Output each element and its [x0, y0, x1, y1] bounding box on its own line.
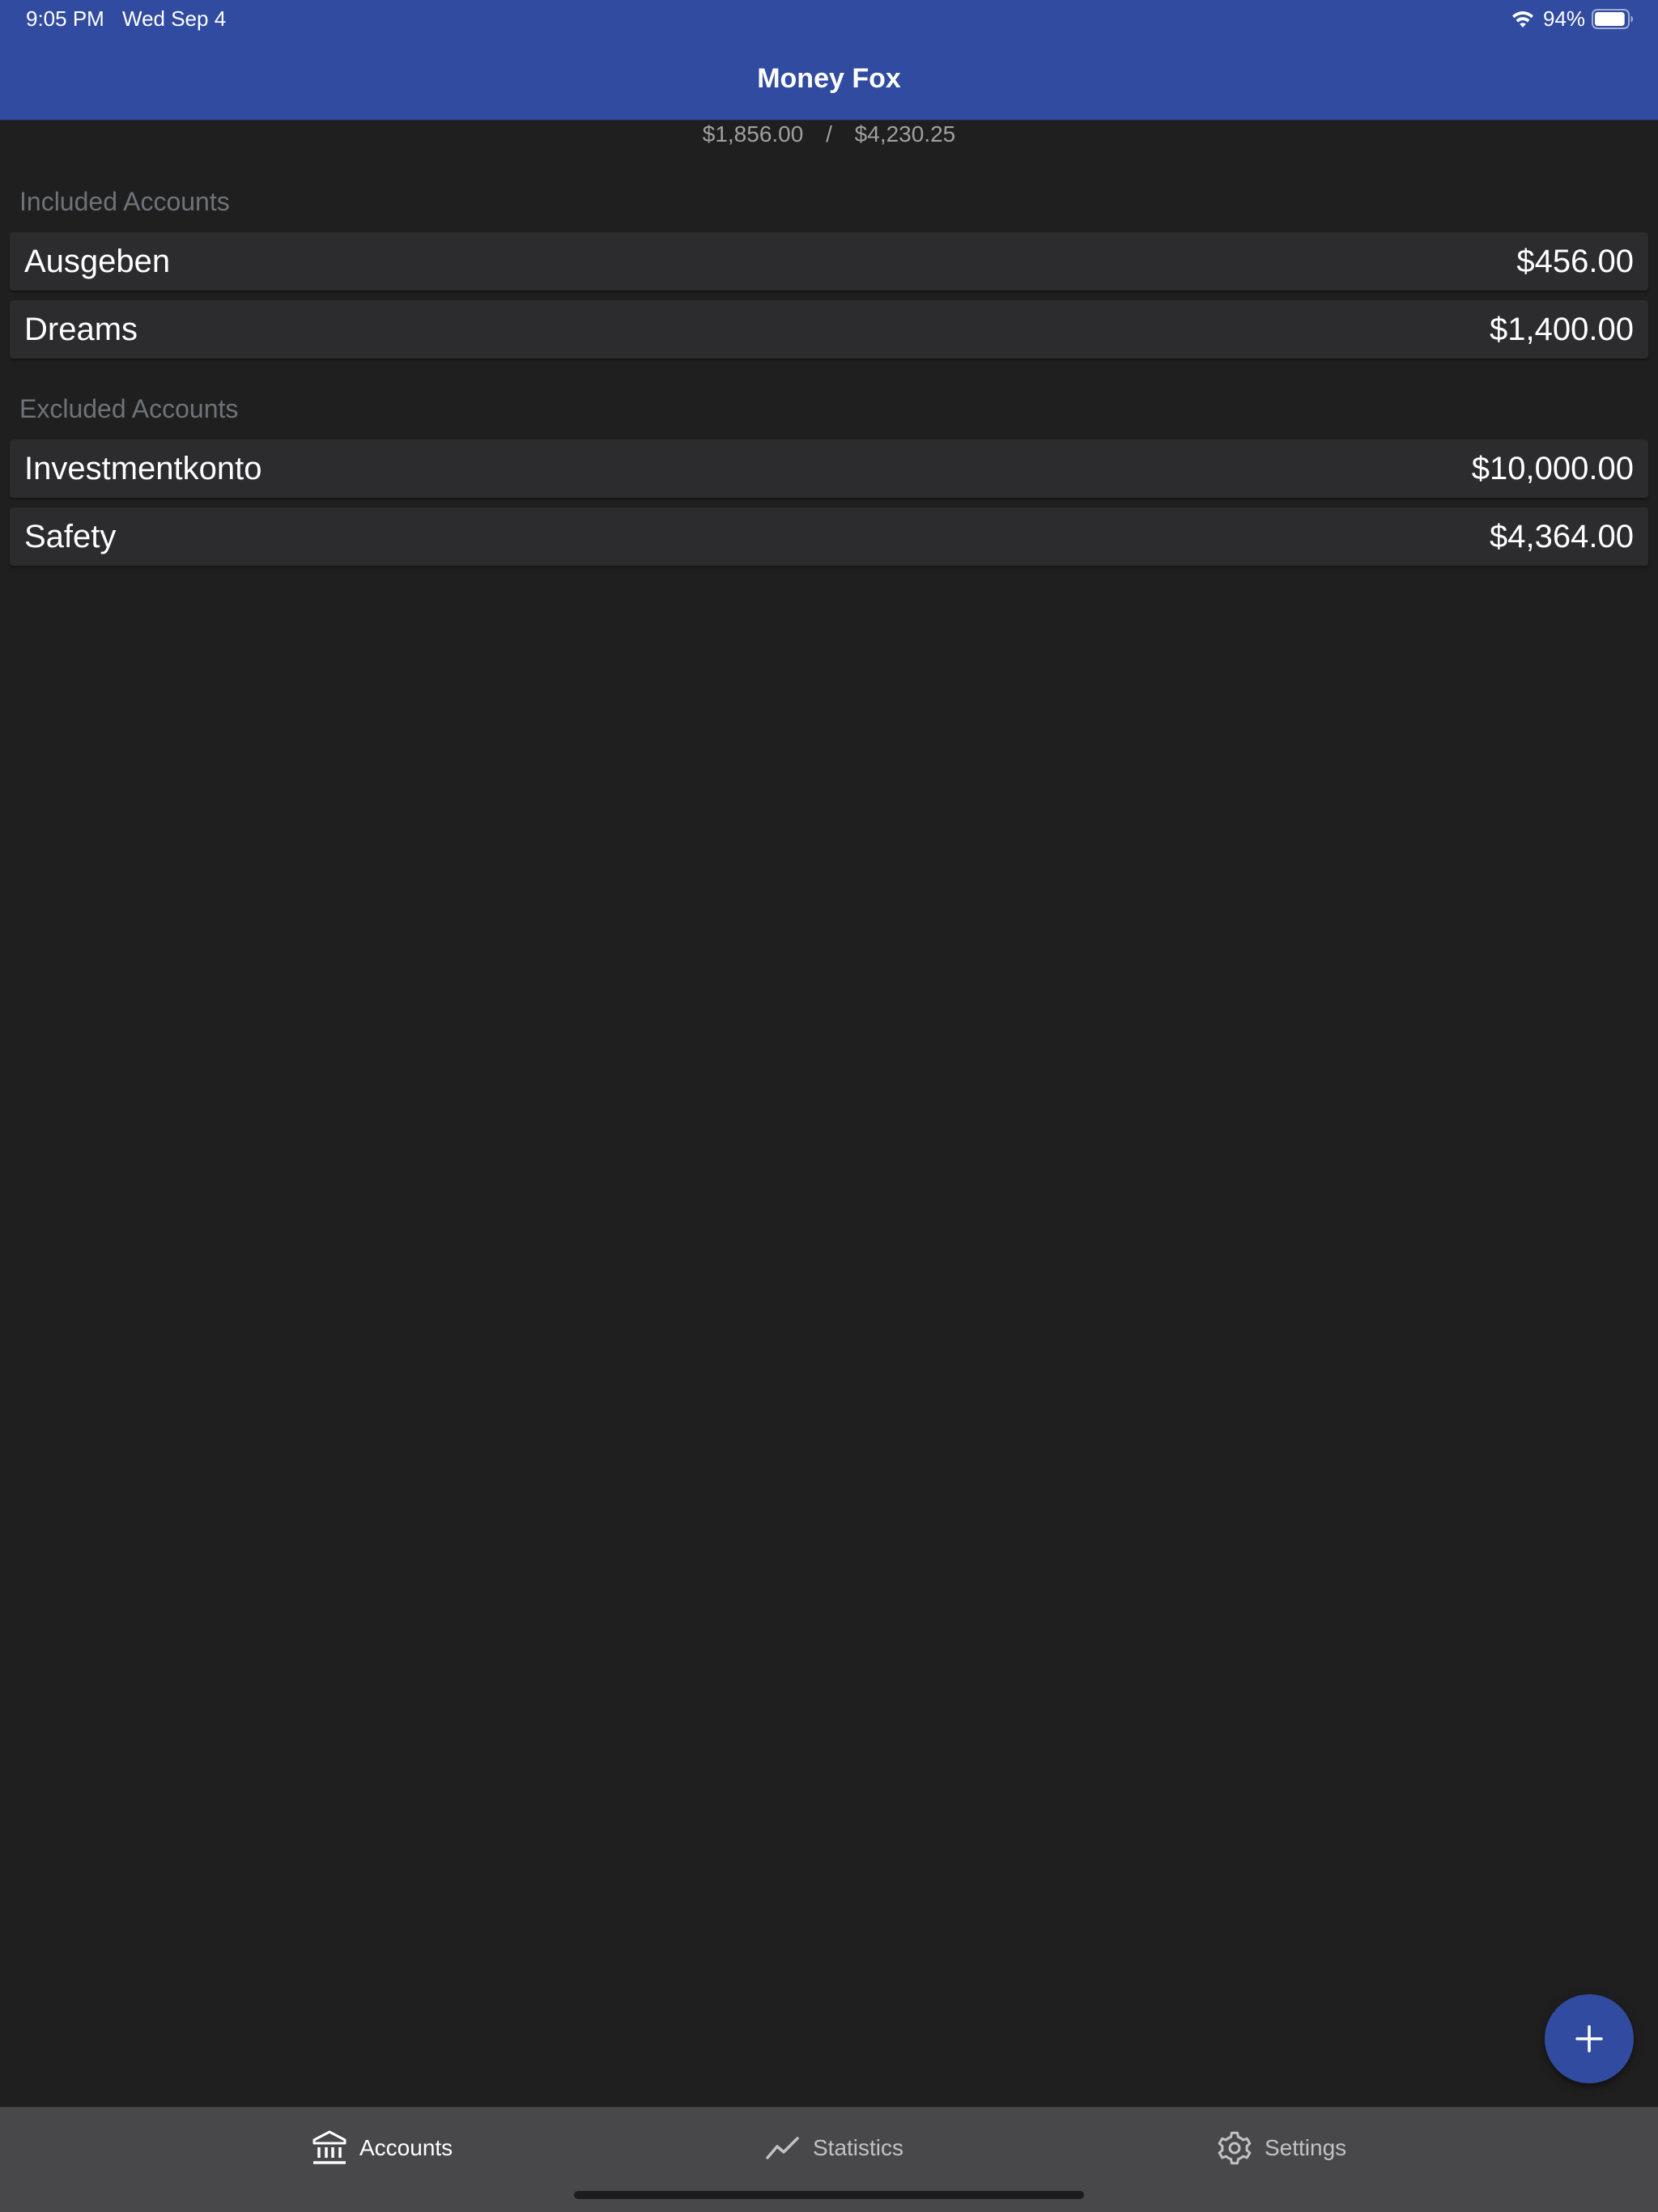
chart-line-icon [766, 2137, 799, 2159]
gear-icon [1218, 2131, 1252, 2165]
account-row-investmentkonto[interactable]: Investmentkonto $10,000.00 [10, 439, 1648, 498]
balance-separator: / [826, 121, 832, 146]
section-header-included: Included Accounts [19, 187, 230, 216]
account-amount: $1,400.00 [1490, 312, 1634, 347]
current-balance: $1,856.00 [702, 121, 804, 146]
tab-label: Settings [1265, 2135, 1347, 2160]
tab-label: Statistics [813, 2135, 904, 2160]
account-row-safety[interactable]: Safety $4,364.00 [10, 507, 1648, 566]
account-name: Safety [24, 519, 117, 554]
account-row-ausgeben[interactable]: Ausgeben $456.00 [10, 232, 1648, 291]
balance-summary: $1,856.00 / $4,230.25 [0, 120, 1658, 149]
account-name: Ausgeben [24, 244, 171, 279]
page-title: Money Fox [757, 63, 901, 94]
account-amount: $4,364.00 [1490, 519, 1634, 554]
home-indicator [574, 2191, 1084, 2199]
status-time: 9:05 PM [26, 6, 104, 31]
plus-icon [1575, 2025, 1603, 2053]
add-account-button[interactable] [1545, 1994, 1634, 2083]
tab-settings[interactable]: Settings [1218, 2129, 1346, 2167]
battery-percent: 94% [1543, 6, 1586, 31]
account-name: Dreams [24, 312, 138, 347]
account-name: Investmentkonto [24, 451, 262, 486]
account-amount: $10,000.00 [1471, 451, 1634, 486]
bank-icon [312, 2130, 346, 2164]
section-header-excluded: Excluded Accounts [19, 394, 239, 423]
tab-statistics[interactable]: Statistics [766, 2129, 903, 2167]
tab-accounts[interactable]: Accounts [312, 2129, 453, 2167]
tab-bar: Accounts Statistics Settings [0, 2107, 1658, 2212]
tab-label: Accounts [359, 2135, 453, 2160]
app-header: 9:05 PM Wed Sep 4 94% Money Fox [0, 0, 1658, 121]
battery-icon [1592, 9, 1633, 29]
status-date: Wed Sep 4 [122, 6, 227, 31]
account-row-dreams[interactable]: Dreams $1,400.00 [10, 300, 1648, 359]
account-amount: $456.00 [1516, 244, 1634, 279]
wifi-icon [1512, 11, 1533, 28]
end-of-month-balance: $4,230.25 [854, 121, 956, 146]
